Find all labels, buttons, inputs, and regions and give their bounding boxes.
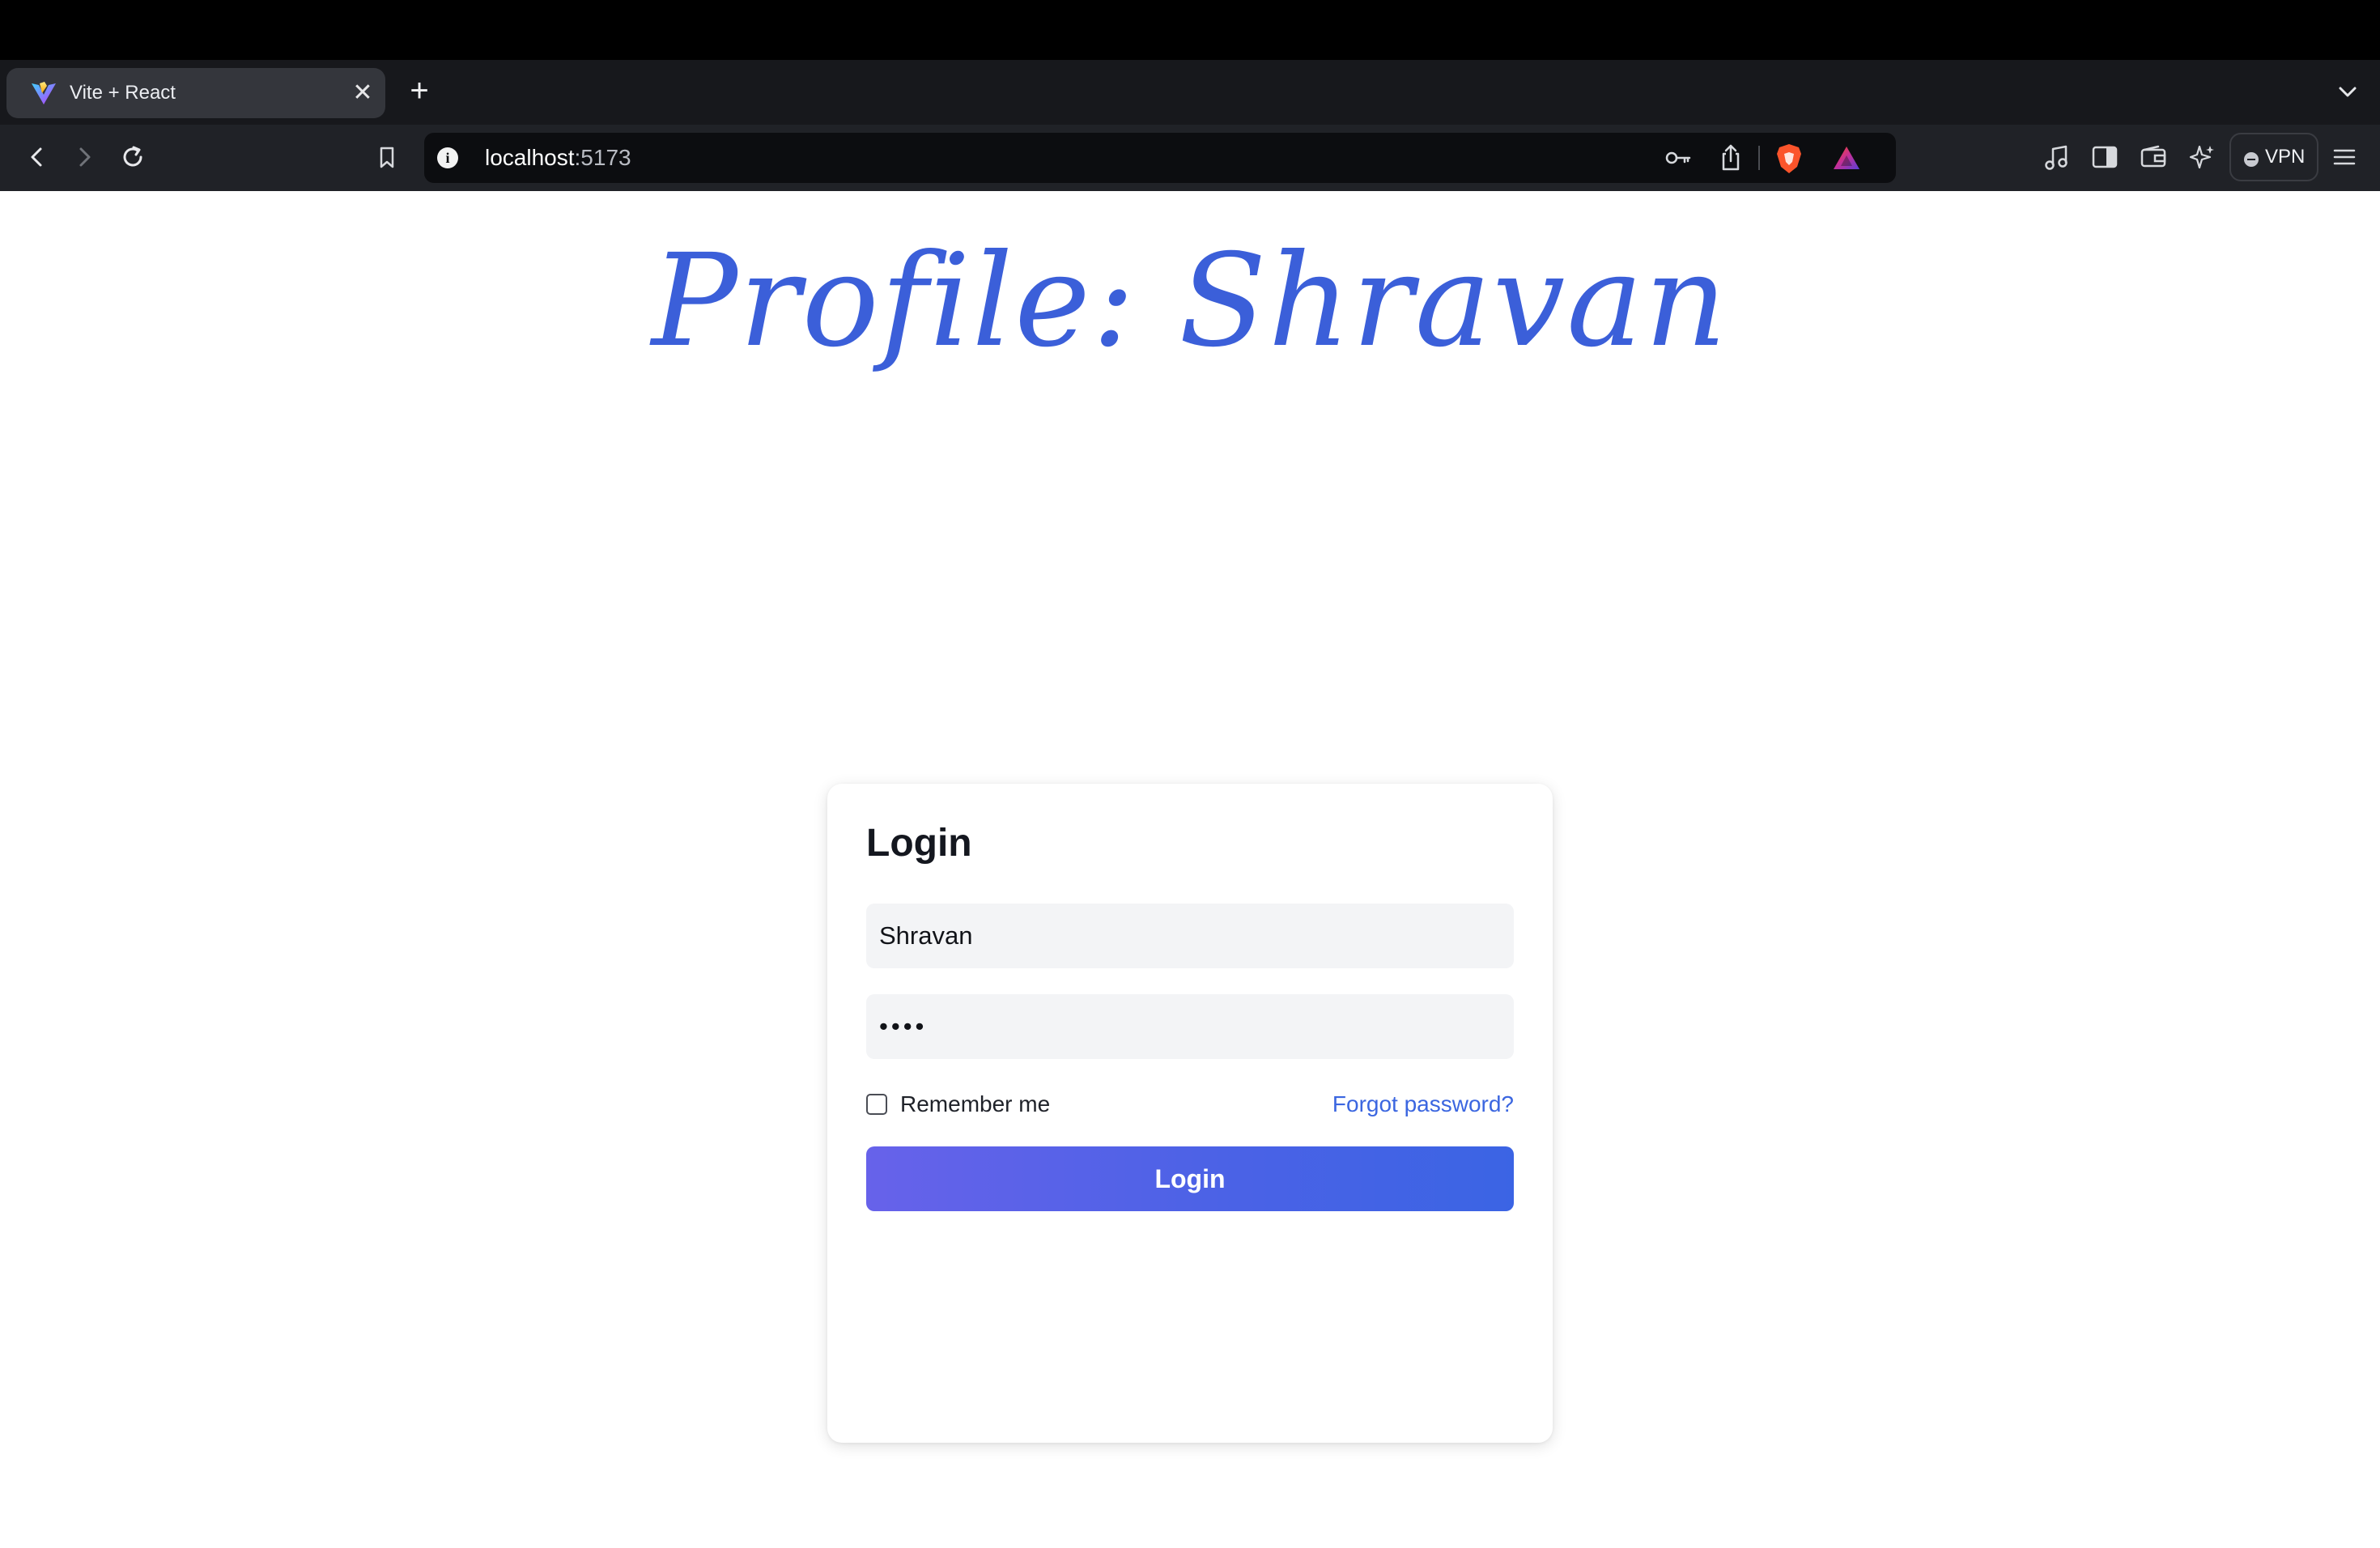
- profile-title: Profile: Shravan: [651, 227, 1729, 376]
- divider: [1758, 146, 1760, 170]
- close-icon[interactable]: ✕: [350, 80, 376, 106]
- browser-toolbar: i localhost:5173 VPN: [0, 125, 2380, 191]
- tab-bar: Vite + React ✕ +: [0, 60, 2380, 125]
- sparkle-icon[interactable]: [2187, 142, 2216, 172]
- music-note-icon[interactable]: [2042, 142, 2071, 173]
- page-content: Profile: Shravan Login Remember me Forgo…: [0, 191, 2380, 1548]
- chevron-left-icon[interactable]: [23, 142, 52, 172]
- forgot-password-link[interactable]: Forgot password?: [1332, 1088, 1514, 1121]
- info-icon[interactable]: i: [437, 147, 458, 168]
- brave-rewards-icon[interactable]: [1831, 144, 1862, 172]
- remember-me-label: Remember me: [900, 1091, 1051, 1116]
- url-port: :5173: [574, 145, 631, 170]
- bookmark-icon[interactable]: [372, 142, 402, 172]
- chevron-down-icon[interactable]: [2333, 78, 2362, 107]
- wallet-icon[interactable]: [2139, 142, 2168, 172]
- vpn-button[interactable]: VPN: [2229, 133, 2318, 181]
- chevron-right-icon[interactable]: [70, 142, 99, 172]
- vite-logo-icon: [32, 82, 56, 104]
- url-text[interactable]: localhost:5173: [485, 133, 631, 183]
- login-heading: Login: [866, 822, 972, 865]
- vpn-label: VPN: [2265, 146, 2306, 168]
- address-bar[interactable]: i localhost:5173: [424, 133, 1896, 183]
- key-icon[interactable]: [1663, 144, 1694, 172]
- reload-icon[interactable]: [118, 142, 147, 172]
- login-button[interactable]: Login: [866, 1146, 1514, 1211]
- remember-me-checkbox[interactable]: [866, 1094, 887, 1115]
- share-icon[interactable]: [1718, 142, 1744, 173]
- url-host: localhost: [485, 145, 575, 170]
- new-tab-button[interactable]: +: [405, 74, 434, 107]
- username-input[interactable]: [866, 904, 1514, 968]
- active-tab[interactable]: Vite + React ✕: [6, 68, 385, 118]
- password-input[interactable]: [866, 994, 1514, 1059]
- vpn-status-icon: [2244, 152, 2259, 167]
- os-top-bar: [0, 0, 2380, 60]
- brave-shield-icon[interactable]: [1774, 142, 1804, 175]
- tab-title: Vite + React: [70, 82, 176, 104]
- hamburger-menu-icon[interactable]: [2330, 142, 2359, 172]
- remember-me[interactable]: Remember me: [866, 1088, 1050, 1121]
- sidebar-icon[interactable]: [2090, 142, 2119, 172]
- login-card: Login Remember me Forgot password? Login: [827, 784, 1553, 1443]
